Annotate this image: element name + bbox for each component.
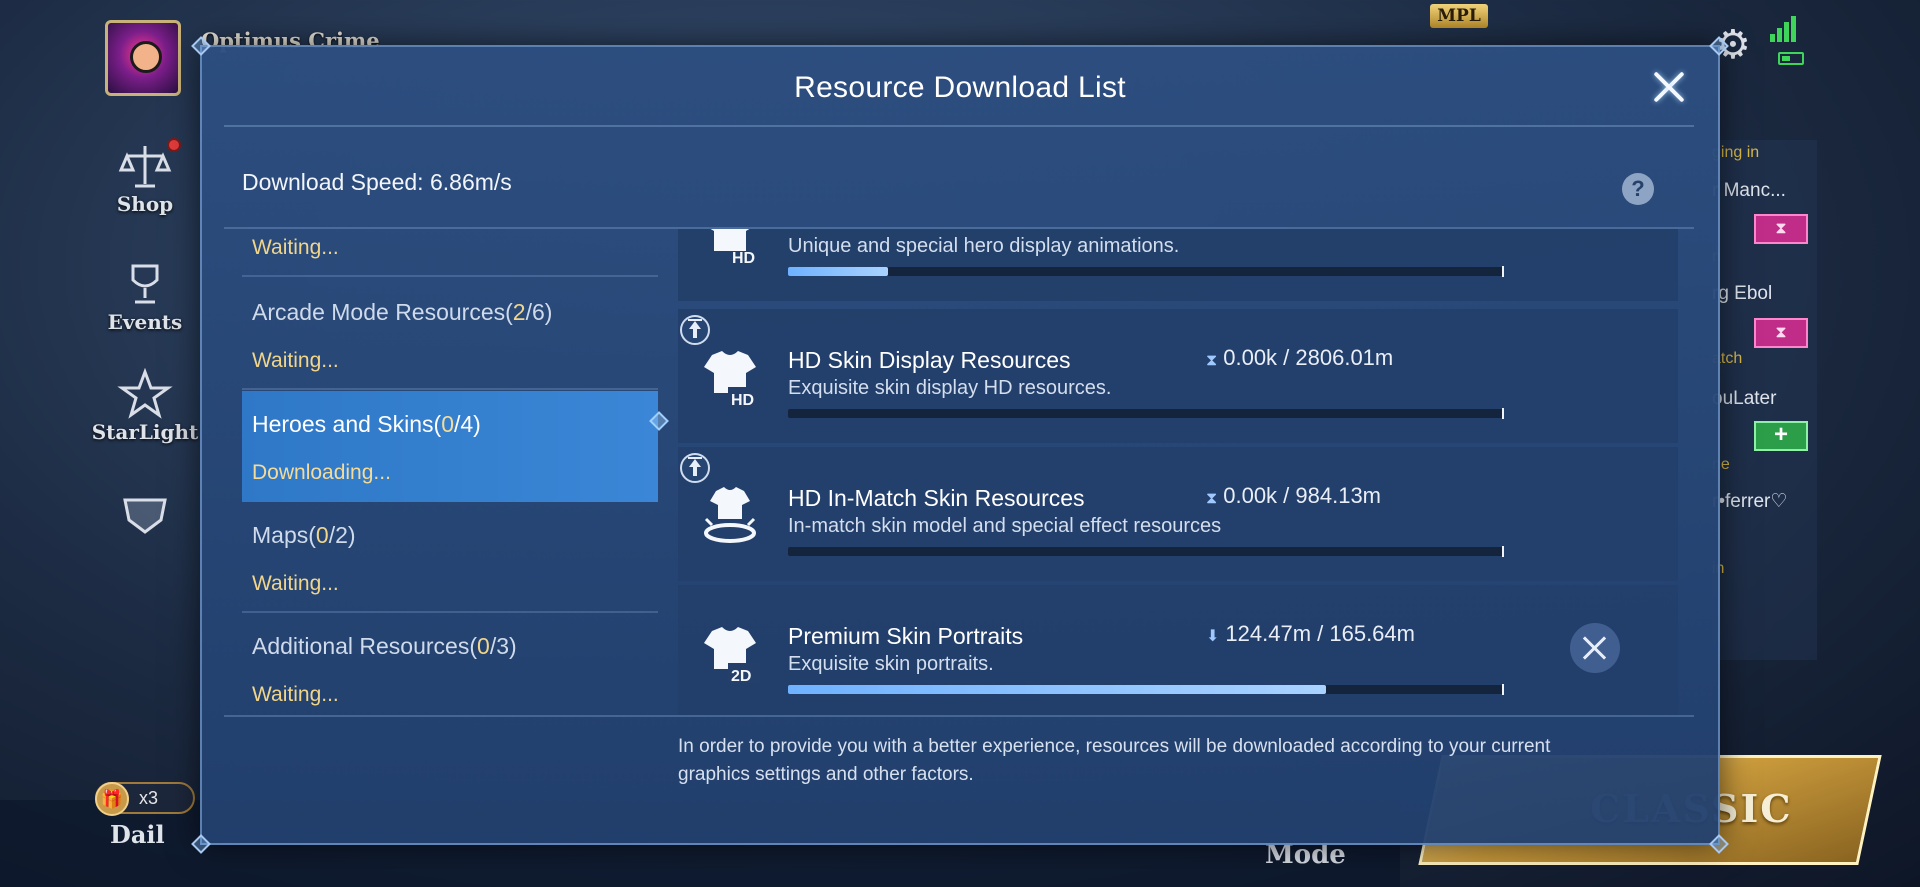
resource-card-hd-skin-display[interactable]: HD HD Skin Display Resources ⧗ 0.00k / 28… (678, 309, 1678, 443)
progress-fill (788, 685, 1326, 694)
progress-bar (788, 408, 1504, 419)
category-arcade-mode[interactable]: Arcade Mode Resources(2/6) Waiting... (242, 279, 658, 390)
footnote: In order to provide you with a better ex… (678, 736, 1551, 785)
resource-size: ⧗ 0.00k / 984.13m (1206, 483, 1382, 508)
hd-shirt-icon: HD (698, 229, 762, 267)
add-friend-icon[interactable]: + (1754, 421, 1808, 451)
resource-list[interactable]: HD Unique and special hero display anima… (678, 229, 1678, 715)
category-status: Downloading... (252, 461, 391, 484)
category-status: Waiting... (252, 572, 339, 595)
dialog-title: Resource Download List (794, 71, 1126, 104)
divider (224, 125, 1694, 127)
resource-card-premium-skin-portraits[interactable]: 2D Premium Skin Portraits ⬇ 124.47m / 165… (678, 585, 1678, 715)
friend-name[interactable]: r•ferrer♡ (1712, 490, 1787, 513)
friends-panel: ging in r Manc... ⧗ n rg Ebol ⧗ atch ouL… (1712, 140, 1817, 660)
resource-description: In-match skin model and special effect r… (788, 515, 1222, 537)
scales-icon (117, 138, 181, 192)
resource-description: Exquisite skin portraits. (788, 653, 994, 675)
daily-label[interactable]: Dail (110, 820, 165, 849)
progress-bar (788, 684, 1504, 695)
category-name: Arcade Mode Resources(2/6) (252, 299, 553, 325)
hourglass-icon: ⧗ (1206, 352, 1218, 369)
pin-to-top-icon[interactable] (680, 453, 710, 483)
svg-text:HD: HD (731, 392, 754, 409)
side-item-starlight[interactable]: StarLight (85, 367, 205, 444)
side-item-events[interactable]: Events (85, 258, 205, 334)
battery-icon (1778, 52, 1804, 65)
side-item-label: Shop (116, 192, 174, 216)
in-match-skin-icon (698, 483, 762, 547)
resource-size: ⬇ 124.47m / 165.64m (1206, 621, 1415, 646)
side-item-label: Events (107, 310, 183, 334)
category-name: Additional Resources(0/3) (252, 633, 517, 659)
resource-description: Unique and special hero display animatio… (788, 235, 1180, 257)
resource-size: ⧗ 0.00k / 2806.01m (1206, 345, 1394, 370)
star-icon (117, 367, 173, 420)
resource-description: Exquisite skin display HD resources. (788, 377, 1112, 399)
friend-name[interactable]: ouLater (1712, 388, 1776, 410)
active-indicator-icon (646, 409, 668, 431)
resource-download-dialog: Resource Download List Download Speed: 6… (191, 36, 1729, 854)
close-button[interactable] (1647, 65, 1691, 109)
player-avatar[interactable] (105, 20, 181, 96)
gift-badge[interactable]: 🎁 x3 (95, 782, 195, 816)
resource-title: HD In-Match Skin Resources (788, 485, 1085, 511)
gift-icon: 🎁 (95, 782, 129, 816)
category-maps[interactable]: Maps(0/2) Waiting... (242, 502, 658, 613)
side-item-label: StarLight (91, 420, 199, 444)
side-item-shop[interactable]: Shop (85, 138, 205, 216)
help-icon[interactable]: ? (1622, 173, 1654, 205)
hourglass-icon[interactable]: ⧗ (1754, 318, 1808, 348)
hourglass-icon: ⧗ (1206, 490, 1218, 507)
progress-bar (788, 266, 1504, 277)
progress-bar (788, 546, 1504, 557)
category-list[interactable]: Waiting... Arcade Mode Resources(2/6) Wa… (242, 235, 658, 713)
rank-emblem-icon (117, 490, 173, 542)
hourglass-icon[interactable]: ⧗ (1754, 214, 1808, 244)
svg-text:2D: 2D (731, 668, 751, 685)
mpl-badge[interactable]: MPL (1430, 4, 1488, 28)
resource-title: Premium Skin Portraits (788, 623, 1024, 649)
pin-to-top-icon[interactable] (680, 315, 710, 345)
category-heroes-and-skins[interactable]: Heroes and Skins(0/4) Downloading... (242, 391, 658, 502)
gift-count: x3 (139, 788, 159, 808)
download-arrow-icon: ⬇ (1206, 628, 1220, 645)
download-speed: Download Speed: 6.86m/s (242, 169, 512, 195)
category-name: Heroes and Skins(0/4) (252, 411, 481, 437)
category-status: Waiting... (252, 683, 339, 706)
resource-card-hd-in-match-skin[interactable]: HD In-Match Skin Resources ⧗ 0.00k / 984.… (678, 447, 1678, 581)
svg-text:HD: HD (732, 250, 755, 267)
progress-fill (788, 267, 889, 276)
hd-shirt-icon: HD (698, 345, 762, 409)
friend-name[interactable]: rg Ebol (1712, 283, 1772, 305)
category-status: Waiting... (252, 349, 339, 372)
side-item-rank[interactable] (85, 490, 205, 542)
2d-shirt-icon: 2D (698, 621, 762, 685)
cancel-download-button[interactable] (1570, 623, 1620, 673)
trophy-icon (117, 258, 173, 310)
category-status: Waiting... (252, 236, 339, 259)
friend-name[interactable]: r Manc... (1712, 180, 1786, 202)
category-additional-resources[interactable]: Additional Resources(0/3) Waiting... (242, 613, 658, 713)
resource-title: HD Skin Display Resources (788, 347, 1071, 373)
category-item[interactable]: Waiting... (242, 235, 658, 277)
divider (224, 715, 1694, 717)
category-name: Maps(0/2) (252, 522, 356, 548)
resource-card[interactable]: HD Unique and special hero display anima… (678, 229, 1678, 301)
